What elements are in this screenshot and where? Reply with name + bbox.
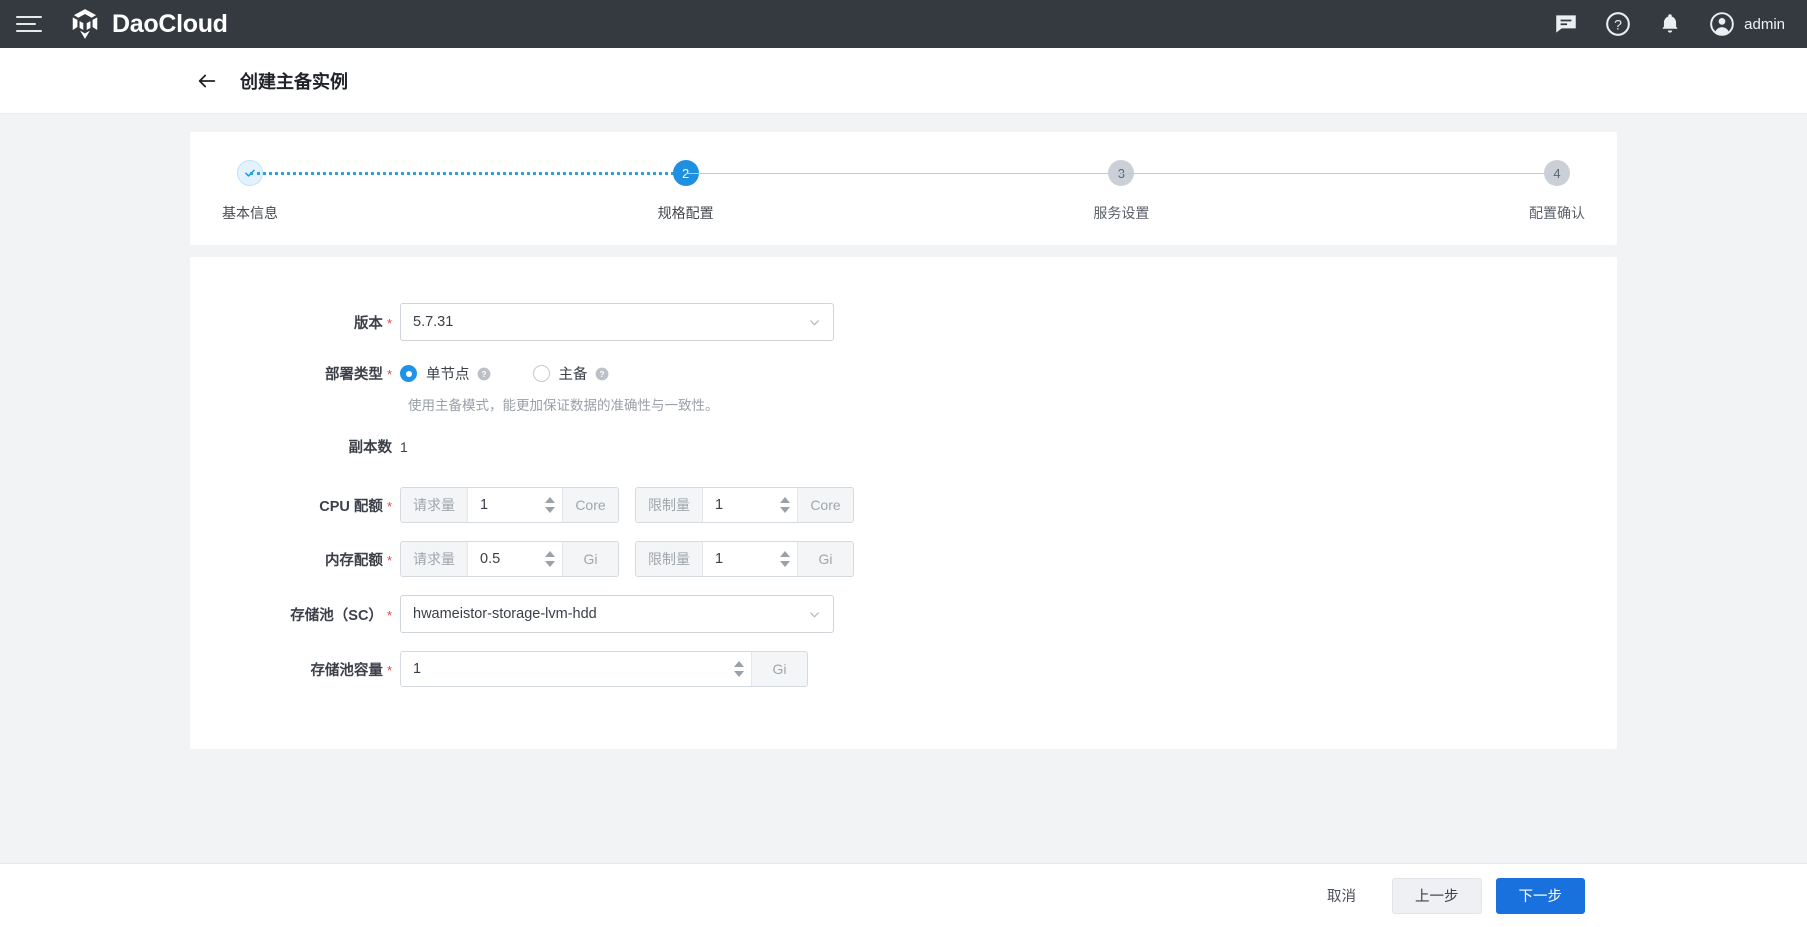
user-menu[interactable]: admin <box>1709 11 1785 37</box>
memory-limit-input[interactable]: 1 <box>703 542 777 576</box>
field-storage-size: 存储池容量* 1 Gi <box>190 651 1617 687</box>
field-storage-class-label: 存储池（SC）* <box>200 604 400 625</box>
page-content: 基本信息 2 规格配置 3 服务设置 4 配置确认 版本* <box>0 114 1807 749</box>
cpu-request-stepper[interactable] <box>542 488 562 522</box>
required-mark: * <box>387 499 392 514</box>
field-version-label: 版本* <box>200 312 400 333</box>
chevron-down-icon <box>808 608 821 621</box>
storage-class-select[interactable]: hwameistor-storage-lvm-hdd <box>400 595 834 633</box>
storage-size-unit: Gi <box>751 652 807 686</box>
next-step-button[interactable]: 下一步 <box>1496 878 1586 914</box>
brand-name: DaoCloud <box>112 10 228 39</box>
field-replicas-label: 副本数 <box>200 436 400 457</box>
version-select-value: 5.7.31 <box>413 314 453 330</box>
field-cpu-quota-label: CPU 配额* <box>200 495 400 516</box>
memory-limit-unit: Gi <box>797 542 853 576</box>
avatar-icon <box>1709 11 1735 37</box>
header-actions: ? admin <box>1553 11 1785 37</box>
radio-primary-standby[interactable]: 主备 ? <box>533 363 609 384</box>
stepper: 基本信息 2 规格配置 3 服务设置 4 配置确认 <box>190 160 1617 223</box>
step-2-label: 规格配置 <box>658 203 714 223</box>
required-mark: * <box>387 608 392 623</box>
connector-2-3 <box>686 160 1122 186</box>
required-mark: * <box>387 663 392 678</box>
help-icon[interactable]: ? <box>1605 11 1631 37</box>
form-footer: 取消 上一步 下一步 <box>0 863 1807 927</box>
required-mark: * <box>387 367 392 382</box>
field-memory-quota-label: 内存配额* <box>200 549 400 570</box>
cpu-limit-input[interactable]: 1 <box>703 488 777 522</box>
cpu-request-input[interactable]: 1 <box>468 488 542 522</box>
cpu-request-group: 请求量 1 Core <box>400 487 619 523</box>
step-4-node: 4 <box>1544 160 1570 186</box>
field-replicas: 副本数 1 <box>190 436 1617 457</box>
radio-single-node-label: 单节点 <box>426 363 470 384</box>
storage-size-stepper[interactable] <box>731 652 751 686</box>
required-mark: * <box>387 316 392 331</box>
cpu-request-prefix: 请求量 <box>401 488 468 522</box>
radio-primary-standby-label: 主备 <box>559 363 588 384</box>
chevron-down-icon <box>808 316 821 329</box>
hamburger-icon[interactable] <box>16 14 42 34</box>
step-3-label: 服务设置 <box>1093 203 1149 223</box>
help-icon[interactable]: ? <box>477 367 491 381</box>
radio-single-node-dot <box>400 365 417 382</box>
cpu-limit-group: 限制量 1 Core <box>635 487 854 523</box>
memory-limit-stepper[interactable] <box>777 542 797 576</box>
field-deploy-type-label: 部署类型* <box>200 363 400 384</box>
cpu-limit-unit: Core <box>797 488 853 522</box>
svg-text:?: ? <box>1614 16 1622 32</box>
previous-step-button[interactable]: 上一步 <box>1392 878 1482 914</box>
page-title: 创建主备实例 <box>240 68 348 94</box>
step-4-label: 配置确认 <box>1529 203 1585 223</box>
memory-limit-group: 限制量 1 Gi <box>635 541 854 577</box>
replicas-value: 1 <box>400 439 408 455</box>
step-1-label: 基本信息 <box>222 203 278 223</box>
radio-single-node[interactable]: 单节点 ? <box>400 363 491 384</box>
version-select[interactable]: 5.7.31 <box>400 303 834 341</box>
cancel-button[interactable]: 取消 <box>1305 878 1378 914</box>
connector-1-2 <box>250 160 686 186</box>
memory-request-prefix: 请求量 <box>401 542 468 576</box>
field-memory-quota: 内存配额* 请求量 0.5 Gi 限制量 1 Gi <box>190 541 1617 577</box>
storage-size-group: 1 Gi <box>400 651 808 687</box>
memory-request-group: 请求量 0.5 Gi <box>400 541 619 577</box>
bell-icon[interactable] <box>1657 11 1683 37</box>
storage-size-input[interactable]: 1 <box>401 652 731 686</box>
memory-request-input[interactable]: 0.5 <box>468 542 542 576</box>
deploy-type-hint: 使用主备模式，能更加保证数据的准确性与一致性。 <box>408 394 719 414</box>
svg-text:?: ? <box>599 369 604 378</box>
field-cpu-quota: CPU 配额* 请求量 1 Core 限制量 1 Core <box>190 487 1617 523</box>
required-mark: * <box>387 553 392 568</box>
cpu-request-unit: Core <box>562 488 618 522</box>
help-icon[interactable]: ? <box>595 367 609 381</box>
svg-text:?: ? <box>481 369 486 378</box>
memory-request-stepper[interactable] <box>542 542 562 576</box>
memory-limit-prefix: 限制量 <box>636 542 703 576</box>
field-storage-class: 存储池（SC）* hwameistor-storage-lvm-hdd <box>190 595 1617 633</box>
back-arrow-icon[interactable] <box>196 70 218 92</box>
page-title-bar: 创建主备实例 <box>0 48 1807 114</box>
message-icon[interactable] <box>1553 11 1579 37</box>
stepper-card: 基本信息 2 规格配置 3 服务设置 4 配置确认 <box>190 132 1617 245</box>
user-name: admin <box>1744 16 1785 33</box>
field-version: 版本* 5.7.31 <box>190 303 1617 341</box>
cpu-limit-stepper[interactable] <box>777 488 797 522</box>
connector-3-4 <box>1121 160 1557 186</box>
brand-logo-link[interactable]: DaoCloud <box>68 7 228 41</box>
memory-request-unit: Gi <box>562 542 618 576</box>
daocloud-cube-icon <box>68 7 102 41</box>
storage-class-value: hwameistor-storage-lvm-hdd <box>413 606 597 622</box>
field-deploy-type: 部署类型* 单节点 ? 主备 ? <box>190 363 1617 384</box>
top-header: DaoCloud ? admin <box>0 0 1807 48</box>
spec-config-form: 版本* 5.7.31 部署类型* 单节点 <box>190 257 1617 749</box>
cpu-limit-prefix: 限制量 <box>636 488 703 522</box>
field-storage-size-label: 存储池容量* <box>200 659 400 680</box>
deploy-type-hint-row: 使用主备模式，能更加保证数据的准确性与一致性。 <box>190 394 1617 414</box>
radio-primary-standby-dot <box>533 365 550 382</box>
